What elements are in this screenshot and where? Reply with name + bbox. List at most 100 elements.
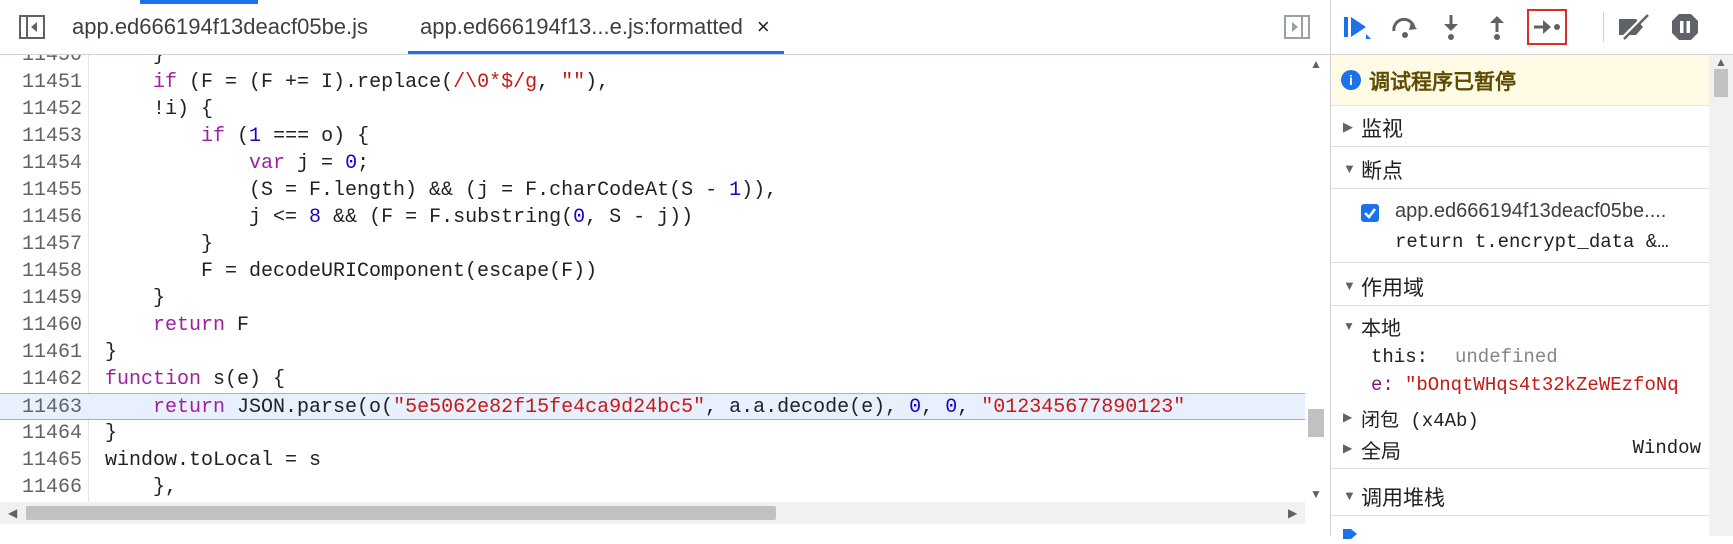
tab-label: app.ed666194f13...e.js:formatted	[420, 14, 743, 39]
code-line[interactable]: 11459 }	[0, 285, 1305, 312]
section-breakpoints[interactable]: ▼ 断点	[1331, 148, 1709, 189]
scroll-right-icon[interactable]: ▶	[1288, 506, 1297, 520]
navigator-toggle-icon[interactable]	[18, 13, 46, 41]
collapse-triangle-icon: ▼	[1343, 161, 1356, 176]
section-scope[interactable]: ▼ 作用域	[1331, 265, 1709, 306]
expand-triangle-icon: ▶	[1343, 119, 1353, 134]
line-number[interactable]: 11464	[0, 420, 82, 447]
toolbar-separator	[1603, 12, 1604, 42]
section-label: 断点	[1361, 160, 1403, 183]
scroll-up-icon[interactable]: ▲	[1310, 57, 1322, 71]
editor-horizontal-scrollbar[interactable]: ◀ ▶	[0, 502, 1305, 524]
collapse-triangle-icon: ▼	[1343, 319, 1355, 333]
code-line[interactable]: 11452 !i) {	[0, 96, 1305, 123]
section-watch[interactable]: ▶ 监视	[1331, 106, 1709, 147]
line-source: }	[105, 341, 118, 364]
line-number[interactable]: 11457	[0, 231, 82, 258]
scroll-down-icon[interactable]: ▼	[1310, 487, 1322, 501]
line-number[interactable]: 11450	[0, 55, 82, 69]
code-line[interactable]: 11451 if (F = (F += I).replace(/\0*$/g, …	[0, 69, 1305, 96]
code-line[interactable]: 11458 F = decodeURIComponent(escape(F))	[0, 258, 1305, 285]
scope-global-value: Window	[1632, 437, 1701, 459]
sidebar-scrollbar[interactable]: ▲	[1709, 55, 1733, 536]
code-line[interactable]: 11466 },	[0, 474, 1305, 501]
line-source: F = decodeURIComponent(escape(F))	[105, 260, 598, 283]
editor-vertical-scrollbar[interactable]: ▲ ▼	[1305, 55, 1327, 502]
close-icon[interactable]: ×	[757, 0, 770, 54]
line-number[interactable]: 11460	[0, 312, 82, 339]
line-number[interactable]: 11463	[0, 394, 82, 421]
debugger-sidebar-toggle-icon[interactable]	[1283, 13, 1311, 41]
scroll-up-icon[interactable]: ▲	[1715, 55, 1727, 69]
breakpoint-item[interactable]: app.ed666194f13deacf05be.... return t.en…	[1331, 190, 1709, 263]
debugger-toolbar	[1331, 0, 1733, 55]
scope-local[interactable]: ▼ 本地	[1331, 312, 1709, 340]
scope-closure-label: 闭包 (x4Ab)	[1361, 410, 1479, 431]
scope-global[interactable]: ▶ 全局 Window	[1331, 434, 1709, 469]
scope-property-this[interactable]: this: undefined	[1331, 344, 1709, 372]
scrollbar-thumb[interactable]	[1714, 69, 1728, 97]
property-key: e:	[1371, 374, 1394, 396]
tab-app-js-formatted[interactable]: app.ed666194f13...e.js:formatted ×	[408, 0, 784, 54]
step-out-button[interactable]	[1479, 10, 1515, 44]
line-number[interactable]: 11462	[0, 366, 82, 393]
scrollbar-thumb[interactable]	[26, 506, 776, 520]
step-into-button[interactable]	[1433, 10, 1469, 44]
code-line[interactable]: 11454 var j = 0;	[0, 150, 1305, 177]
property-value: "bOnqtWHqs4t32kZeWEzfoNq	[1405, 374, 1679, 396]
line-source: }	[105, 55, 166, 67]
code-line[interactable]: 11461}	[0, 339, 1305, 366]
line-source: },	[105, 476, 178, 499]
section-call-stack[interactable]: ▼ 调用堆栈	[1331, 475, 1709, 516]
active-tab-underline	[408, 51, 784, 54]
line-source: if (1 === o) {	[201, 125, 370, 148]
scope-closure[interactable]: ▶ 闭包 (x4Ab)	[1331, 403, 1709, 431]
scroll-left-icon[interactable]: ◀	[8, 506, 17, 520]
code-line[interactable]: 11453 if (1 === o) {	[0, 123, 1305, 150]
line-number[interactable]: 11458	[0, 258, 82, 285]
code-line[interactable]: 11455 (S = F.length) && (j = F.charCodeA…	[0, 177, 1305, 204]
breakpoint-file[interactable]: app.ed666194f13deacf05be....	[1395, 200, 1666, 223]
code-line[interactable]: 11456 j <= 8 && (F = F.substring(0, S - …	[0, 204, 1305, 231]
breakpoint-checkbox[interactable]	[1361, 204, 1379, 222]
line-source: window.toLocal = s	[105, 449, 322, 472]
line-source: return JSON.parse(o("5e5062e82f15fe4ca9d…	[153, 396, 1186, 419]
code-line[interactable]: 11462 function s(e) {	[0, 366, 1305, 393]
line-number[interactable]: 11451	[0, 69, 82, 96]
line-number[interactable]: 11466	[0, 474, 82, 501]
code-line[interactable]: 11465 window.toLocal = s	[0, 447, 1305, 474]
editor-tab-bar: app.ed666194f13deacf05be.js app.ed666194…	[0, 0, 1330, 55]
expand-triangle-icon: ▶	[1343, 441, 1353, 455]
paused-message: 调试程序已暂停	[1369, 71, 1516, 94]
scope-global-label: 全局	[1361, 441, 1401, 463]
scope-local-label: 本地	[1361, 318, 1401, 340]
current-execution-line[interactable]: 11463 return JSON.parse(o("5e5062e82f15f…	[0, 393, 1305, 420]
line-number[interactable]: 11455	[0, 177, 82, 204]
line-source: j <= 8 && (F = F.substring(0, S - j))	[105, 206, 694, 229]
line-number[interactable]: 11454	[0, 150, 82, 177]
tab-app-js[interactable]: app.ed666194f13deacf05be.js	[72, 0, 368, 54]
step-over-button[interactable]	[1387, 10, 1423, 44]
scope-property-e[interactable]: e: "bOnqtWHqs4t32kZeWEzfoNq	[1331, 372, 1709, 400]
code-line[interactable]: 11450 }	[0, 55, 1305, 69]
step-button[interactable]	[1527, 9, 1567, 45]
line-number[interactable]: 11453	[0, 123, 82, 150]
pause-on-exceptions-button[interactable]	[1667, 10, 1703, 44]
collapse-triangle-icon: ▼	[1343, 488, 1356, 503]
code-line[interactable]: 11464}	[0, 420, 1305, 447]
line-number[interactable]: 11465	[0, 447, 82, 474]
line-number[interactable]: 11459	[0, 285, 82, 312]
code-line[interactable]: 11460 return F	[0, 312, 1305, 339]
line-number[interactable]: 11461	[0, 339, 82, 366]
line-source: return F	[153, 314, 250, 337]
line-number[interactable]: 11452	[0, 96, 82, 123]
line-source: (S = F.length) && (j = F.charCodeAt(S - …	[105, 179, 778, 202]
code-line[interactable]: 11457 }	[0, 231, 1305, 258]
resume-button[interactable]	[1339, 10, 1375, 44]
line-source: }	[105, 287, 166, 310]
line-number[interactable]: 11456	[0, 204, 82, 231]
tab-label: app.ed666194f13deacf05be.js	[72, 14, 369, 39]
code-area[interactable]: 11450 } 11451 if (F = (F += I).replace(/\…	[0, 55, 1305, 502]
scrollbar-thumb[interactable]	[1308, 409, 1324, 437]
deactivate-breakpoints-button[interactable]	[1615, 10, 1651, 44]
